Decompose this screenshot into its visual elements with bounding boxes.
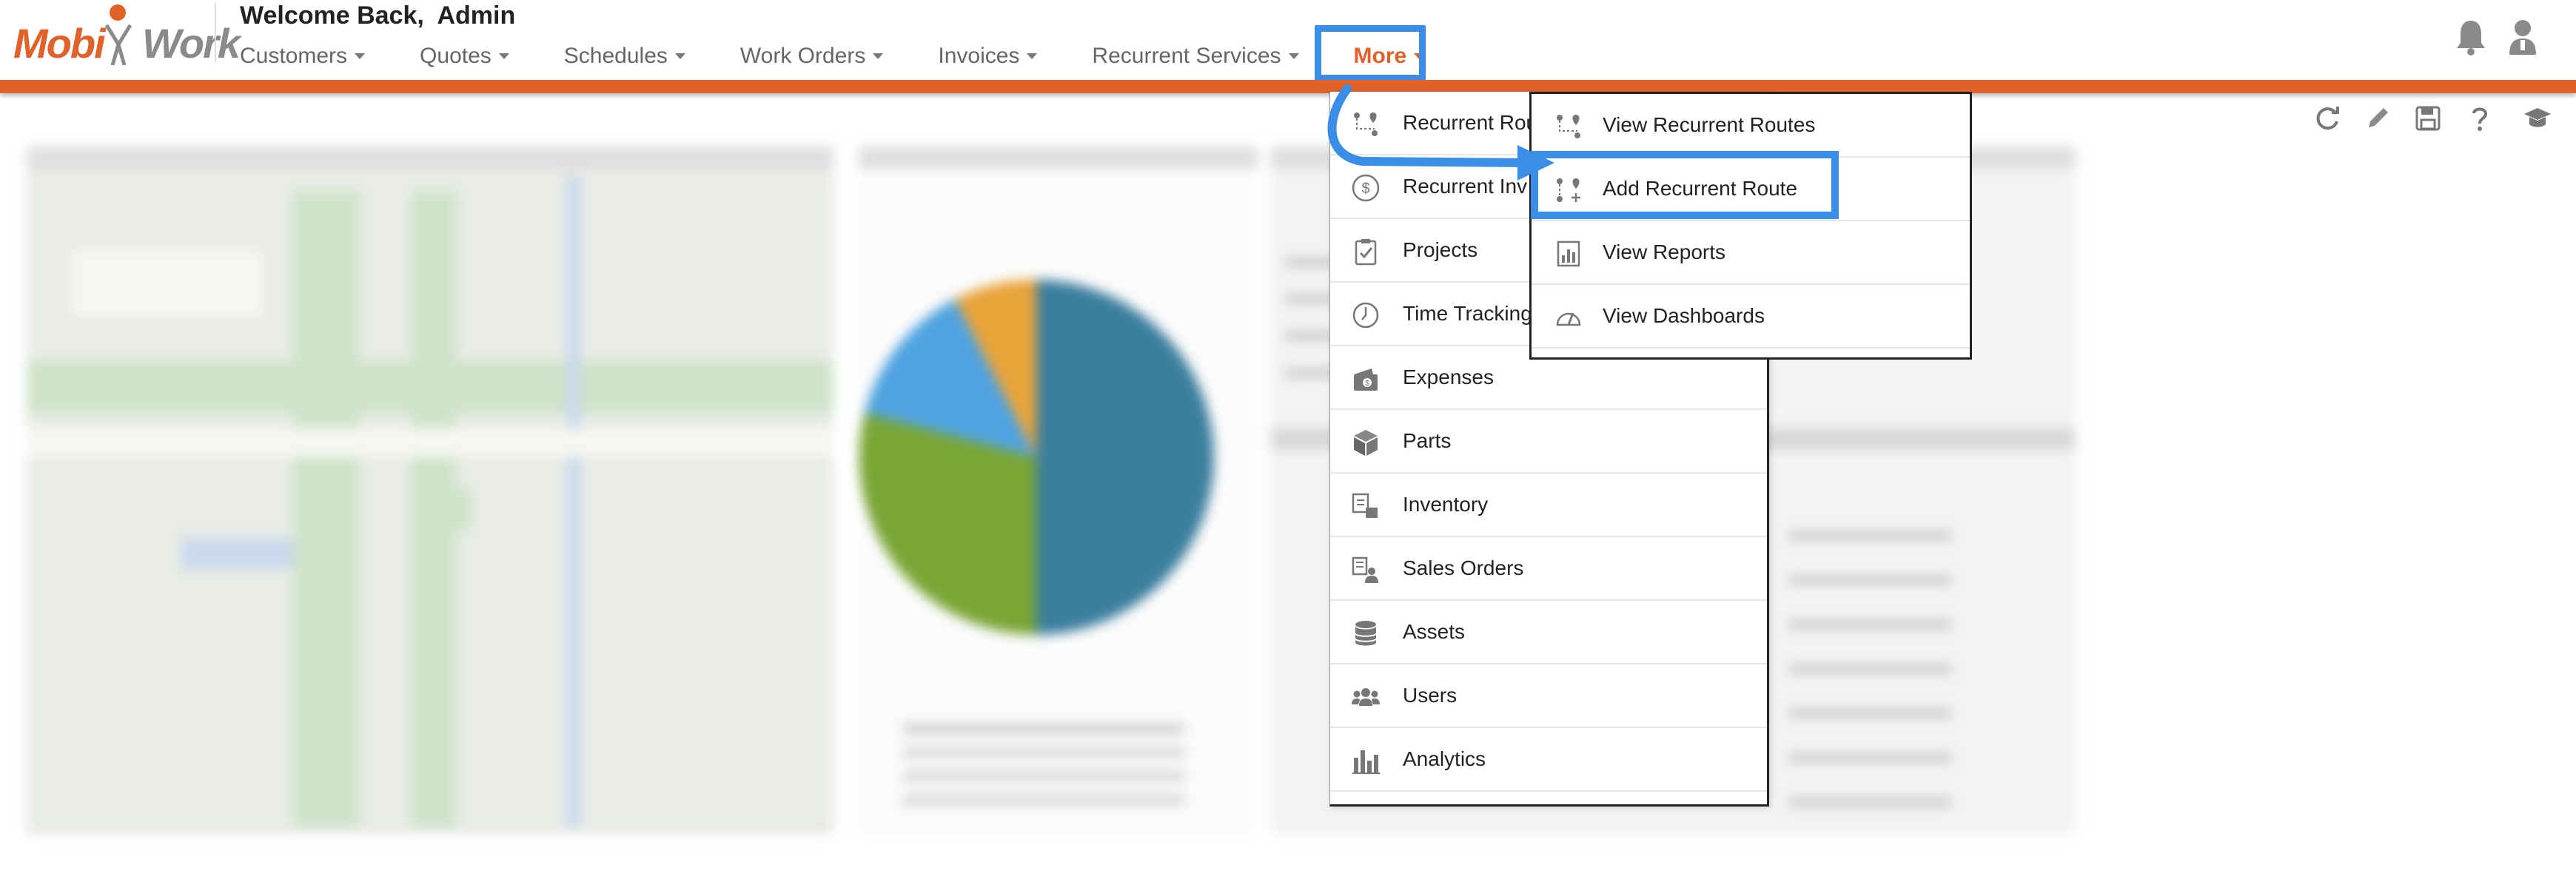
report-icon [1557, 240, 1580, 267]
add-route-highlight-box [1531, 151, 1839, 219]
svg-text:$: $ [1365, 380, 1369, 388]
menu-item-label: Users [1403, 684, 1458, 707]
cube-icon [1354, 430, 1378, 456]
logo-dot [110, 4, 126, 21]
menu-item-label: Parts [1403, 429, 1452, 452]
map-panel [27, 147, 833, 835]
menu-item-inventory[interactable]: Inventory [1330, 474, 1767, 537]
nav-label: Work Orders [739, 44, 866, 68]
nav-label: Customers [240, 44, 348, 68]
mobiwork-logo[interactable]: Mobi Work [10, 4, 241, 67]
submenu-view-reports[interactable]: View Reports [1532, 221, 1970, 285]
more-highlight-box [1315, 25, 1426, 81]
submenu-view-recurrent-routes[interactable]: View Recurrent Routes [1532, 94, 1970, 158]
nav-label: Quotes [420, 44, 492, 68]
bell-icon[interactable] [2455, 18, 2487, 56]
menu-item-sales-orders[interactable]: Sales Orders [1330, 537, 1767, 601]
table-line [1788, 709, 1951, 718]
menu-item-assets[interactable]: Assets [1330, 601, 1767, 664]
nav-label: Schedules [563, 44, 668, 68]
map-area [27, 428, 833, 457]
map-area [71, 250, 264, 317]
logo-text-work: Work [142, 20, 241, 67]
annotation-arrow-icon [1327, 84, 1554, 181]
panel-header [859, 147, 1258, 169]
pencil-icon[interactable] [2363, 104, 2392, 133]
save-icon[interactable] [2413, 104, 2443, 133]
table-line [1788, 531, 1951, 540]
menu-item-label: Sales Orders [1403, 556, 1524, 579]
submenu-item-label: View Recurrent Routes [1603, 113, 1816, 136]
menu-item-label: Expenses [1403, 366, 1494, 388]
clipboard-check-icon [1355, 239, 1377, 266]
submenu-item-label: View Dashboards [1603, 304, 1765, 327]
nav-work-orders[interactable]: Work Orders [739, 40, 884, 73]
logo-text-mobi: Mobi [13, 20, 106, 67]
caret-down-icon [1027, 53, 1038, 59]
sales-order-icon [1352, 556, 1378, 583]
map-area [182, 539, 293, 568]
menu-item-label: Assets [1403, 620, 1466, 643]
refresh-icon[interactable] [2312, 104, 2342, 133]
menu-item-label: Analytics [1403, 747, 1486, 770]
clock-icon [1352, 302, 1379, 329]
table-line [1788, 576, 1951, 585]
menu-item-label: Inventory [1403, 493, 1489, 516]
header-accent-bar [0, 80, 2576, 93]
gauge-icon [1556, 312, 1581, 326]
submenu-view-dashboards[interactable]: View Dashboards [1532, 285, 1970, 349]
nav-label: Recurrent Services [1092, 44, 1281, 68]
caret-down-icon [355, 53, 366, 59]
pie-panel [859, 147, 1258, 835]
caret-down-icon [674, 53, 685, 59]
menu-item-parts[interactable]: Parts [1330, 410, 1767, 474]
nav-label: Invoices [938, 44, 1020, 68]
pie-chart [859, 280, 1214, 635]
bar-chart-icon [1352, 750, 1380, 774]
menu-item-label: Time Tracking [1403, 302, 1532, 325]
nav-customers[interactable]: Customers [240, 40, 366, 73]
menu-item-label: Projects [1403, 238, 1478, 261]
table-line [1788, 620, 1951, 629]
panel-header [27, 147, 833, 169]
help-icon[interactable] [2465, 104, 2495, 133]
logo-figure-icon [104, 24, 133, 66]
nav-recurrent-services[interactable]: Recurrent Services [1092, 40, 1299, 73]
legend-row [903, 771, 1184, 781]
recurrent-routes-submenu: View Recurrent Routes Add Recurrent Rout… [1529, 92, 1972, 360]
caret-down-icon [498, 53, 509, 59]
app-header: Mobi Work Welcome Back, Admin Customers … [0, 0, 2576, 81]
menu-item-users[interactable]: Users [1330, 664, 1767, 728]
map-area [293, 191, 360, 827]
caret-down-icon [873, 53, 884, 59]
table-line [1788, 753, 1951, 762]
wallet-icon: $ [1354, 368, 1378, 391]
menu-item-analytics[interactable]: Analytics [1330, 728, 1767, 792]
nav-invoices[interactable]: Invoices [938, 40, 1038, 73]
table-line [1788, 798, 1951, 807]
map-area [567, 176, 580, 827]
logo-divider [215, 3, 216, 62]
welcome-message: Welcome Back, Admin [240, 1, 516, 30]
main-nav: Customers Quotes Schedules Work Orders I… [240, 40, 1479, 73]
nav-schedules[interactable]: Schedules [564, 40, 685, 73]
inventory-icon [1352, 493, 1378, 518]
users-icon [1352, 688, 1380, 706]
database-icon [1355, 621, 1377, 646]
legend-row [903, 724, 1184, 734]
map-area [426, 487, 471, 531]
user-icon[interactable] [2506, 18, 2539, 56]
table-line [1788, 664, 1951, 673]
legend-row [903, 747, 1184, 758]
submenu-item-label: View Reports [1603, 240, 1726, 263]
nav-quotes[interactable]: Quotes [420, 40, 509, 73]
caret-down-icon [1288, 53, 1299, 59]
legend-row [903, 795, 1184, 805]
graduation-cap-icon[interactable] [2523, 104, 2552, 133]
